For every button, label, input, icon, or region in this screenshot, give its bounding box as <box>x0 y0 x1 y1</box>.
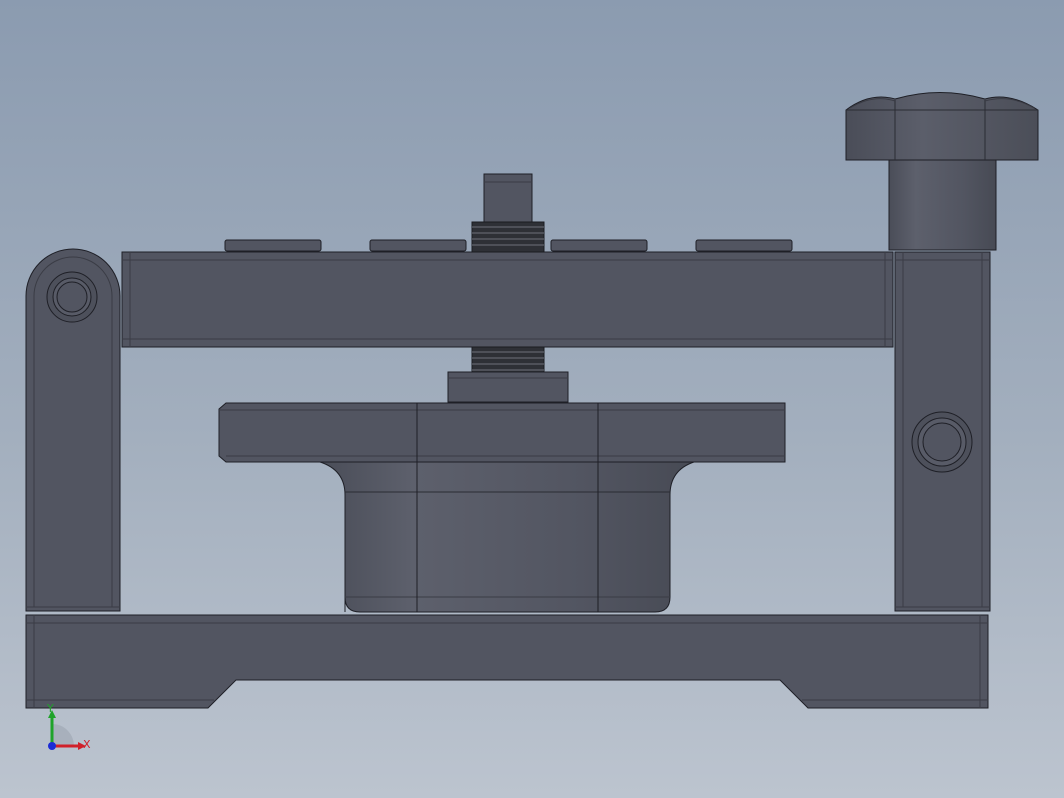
star-knob[interactable] <box>845 92 1039 161</box>
screw-collar[interactable] <box>447 371 569 403</box>
base-bar[interactable] <box>25 614 989 709</box>
screw-head[interactable] <box>483 173 533 223</box>
triad-z-axis-dot <box>48 742 56 750</box>
left-pivot-pin[interactable] <box>46 271 98 323</box>
press-clamp-model[interactable]: X Y <box>0 0 1064 798</box>
press-body[interactable] <box>319 461 695 613</box>
knob-stem[interactable] <box>888 159 997 251</box>
triad-y-label: Y <box>46 702 54 715</box>
press-plate[interactable] <box>218 402 786 463</box>
triad-plane-shading <box>52 724 74 746</box>
upper-thread[interactable] <box>471 221 545 253</box>
right-pivot-pin[interactable] <box>911 411 973 473</box>
lower-thread[interactable] <box>471 346 545 374</box>
triad-x-label: X <box>83 738 91 751</box>
cad-graphics-area[interactable]: X Y <box>0 0 1064 798</box>
coordinate-triad: X Y <box>46 702 91 751</box>
top-beam[interactable] <box>121 251 894 348</box>
